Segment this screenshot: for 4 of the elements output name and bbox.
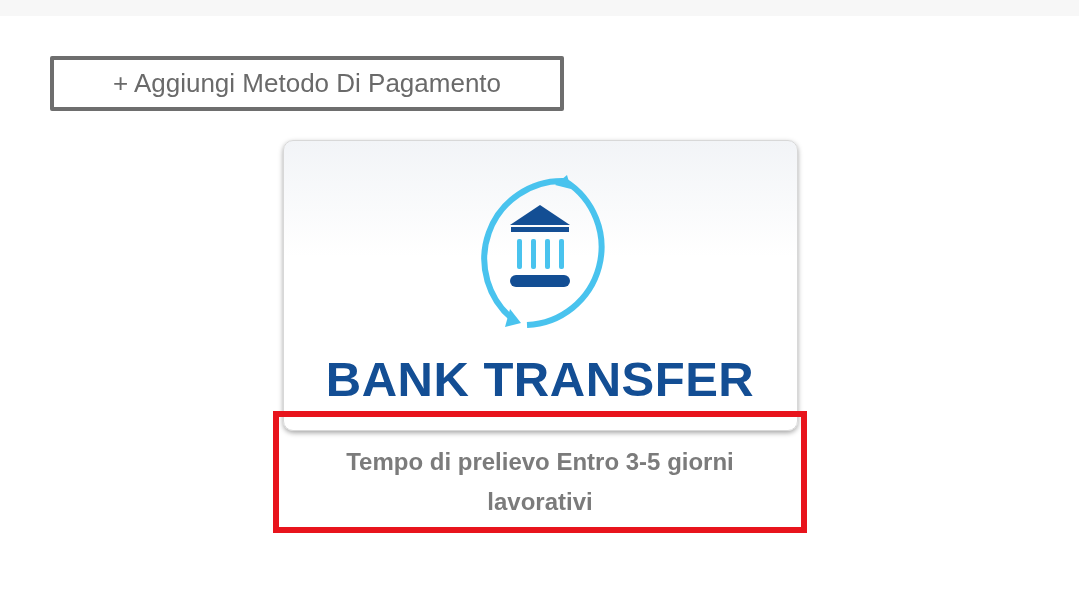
add-payment-method-button[interactable]: + Aggiungi Metodo Di Pagamento: [50, 56, 564, 111]
payment-method-card[interactable]: BANK TRANSFER: [282, 140, 798, 431]
payment-method-title: BANK TRANSFER: [325, 353, 755, 405]
withdrawal-time-note: Tempo di prelievo Entro 3-5 giorni lavorativi: [345, 447, 735, 517]
